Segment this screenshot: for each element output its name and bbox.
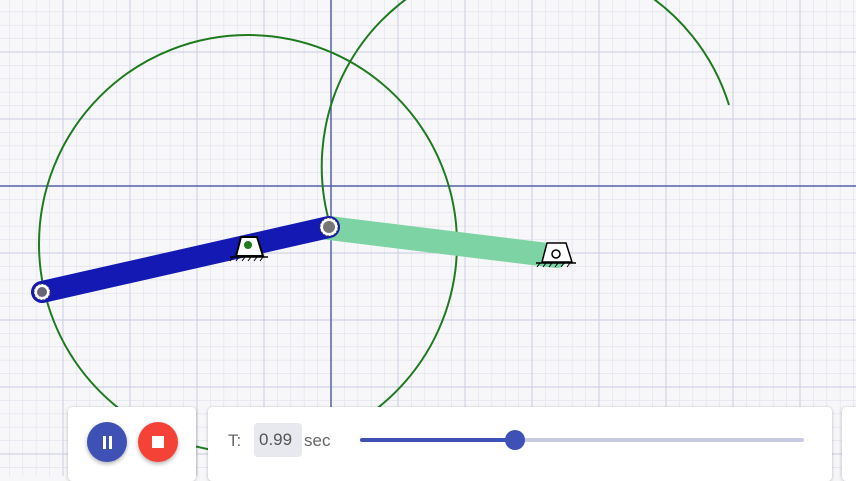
link-blue[interactable]: [31, 216, 340, 303]
mechanism-canvas[interactable]: [0, 0, 856, 476]
joint-left[interactable]: [33, 283, 51, 301]
time-control-panel: T: 0.99 sec: [208, 407, 832, 481]
trajectory-arc-right: [320, 0, 730, 229]
pause-icon: [101, 435, 113, 449]
time-label: T:: [228, 431, 242, 450]
joint-center[interactable]: [319, 217, 339, 237]
playback-controls: [68, 407, 196, 481]
link-green[interactable]: [317, 216, 568, 268]
time-unit: sec: [304, 431, 331, 450]
time-slider-fill: [360, 438, 516, 442]
side-panel-edge: [842, 407, 856, 481]
pause-button[interactable]: [87, 422, 127, 462]
time-slider-thumb[interactable]: [505, 430, 526, 450]
stop-icon: [152, 436, 164, 448]
time-value-field[interactable]: 0.99: [254, 423, 302, 457]
stop-button[interactable]: [138, 422, 178, 462]
time-slider[interactable]: [360, 430, 804, 450]
